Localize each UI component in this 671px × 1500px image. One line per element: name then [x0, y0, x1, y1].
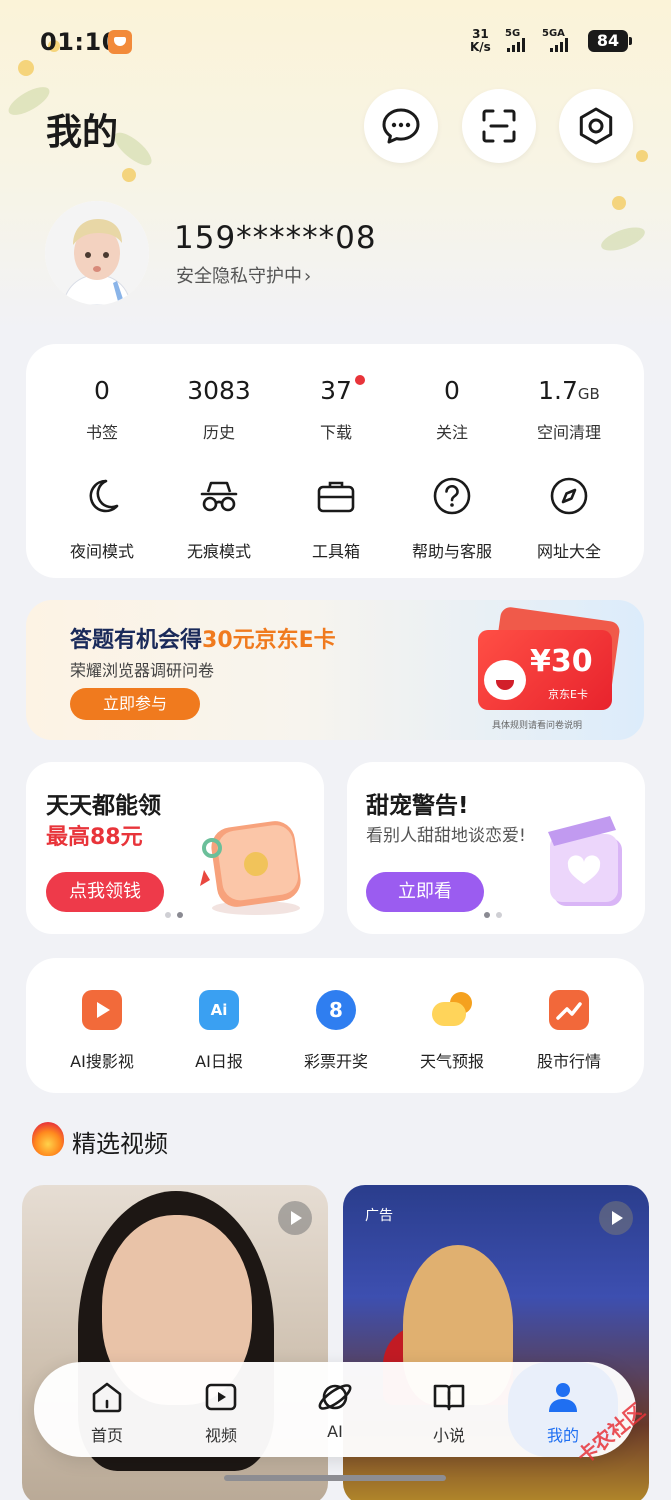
avatar-image	[45, 201, 149, 305]
section-title-featured-videos: 精选视频	[72, 1130, 168, 1158]
network-speed: 31 K/s	[470, 27, 491, 54]
survey-rules-note: 具体规则请看问卷说明	[492, 721, 583, 731]
stat-history[interactable]: 3083 历史	[159, 376, 279, 443]
home-icon	[92, 1382, 122, 1413]
carousel-indicator-left	[165, 912, 183, 918]
jd-mascot-icon	[484, 660, 526, 700]
privacy-status-link[interactable]: 安全隐私守护中 ›	[176, 262, 311, 288]
signal-5ga-icon: 5GA	[542, 28, 582, 52]
join-survey-button[interactable]: 立即参与	[70, 688, 200, 720]
drama-promo-title: 甜宠警告!	[366, 793, 469, 819]
compass-icon	[550, 477, 588, 515]
notification-app-icon	[108, 30, 132, 54]
user-phone-number[interactable]: 159******08	[174, 220, 377, 256]
service-stock-market[interactable]: 股市行情	[509, 990, 629, 1072]
toolbox-icon	[317, 481, 355, 513]
tool-help-support[interactable]: 帮助与客服	[392, 474, 512, 562]
clapperboard-heart-illustration	[548, 816, 622, 906]
scan-button[interactable]	[462, 89, 536, 163]
fire-icon	[32, 1122, 64, 1156]
survey-promo-banner[interactable]: 答题有机会得30元京东E卡 荣耀浏览器调研问卷 立即参与 ¥30 京东E卡 具体…	[26, 600, 644, 740]
nav-tab-ai[interactable]: AI	[280, 1362, 390, 1457]
drama-promo-subtitle: 看别人甜甜地谈恋爱!	[366, 826, 526, 846]
cash-reward-title: 天天都能领	[46, 793, 161, 819]
survey-banner-title: 答题有机会得30元京东E卡	[70, 628, 336, 653]
ad-label: 广告	[365, 1208, 393, 1224]
page-title: 我的	[46, 112, 119, 153]
downloads-badge-dot	[355, 375, 365, 385]
watch-now-button[interactable]: 立即看	[366, 872, 484, 912]
ai-daily-icon: Ai	[199, 990, 239, 1030]
carousel-indicator-right	[484, 912, 502, 918]
tool-toolbox[interactable]: 工具箱	[276, 474, 396, 562]
status-bar: 01:10 31 K/s 5G 5GA 84	[0, 22, 671, 62]
stock-icon	[549, 990, 589, 1030]
signal-5g-icon: 5G	[505, 28, 537, 52]
profile-icon	[549, 1383, 577, 1412]
survey-banner-subtitle: 荣耀浏览器调研问卷	[70, 661, 215, 680]
ai-planet-icon	[318, 1384, 352, 1410]
ai-video-icon	[82, 990, 122, 1030]
jd-gift-card-image: ¥30 京东E卡	[478, 630, 612, 710]
service-weather[interactable]: 天气预报	[392, 990, 512, 1072]
messages-button[interactable]	[364, 89, 438, 163]
home-indicator[interactable]	[224, 1475, 446, 1481]
red-envelope-illustration	[200, 821, 301, 915]
novel-icon	[433, 1384, 465, 1411]
tool-url-directory[interactable]: 网址大全	[509, 474, 629, 562]
lottery-icon: 8	[316, 990, 356, 1030]
incognito-icon	[200, 481, 238, 512]
nav-tab-novel[interactable]: 小说	[394, 1362, 504, 1457]
nav-tab-video[interactable]: 视频	[166, 1362, 276, 1457]
nav-tab-home[interactable]: 首页	[52, 1362, 162, 1457]
bottom-navigation: 首页 视频 AI 小说 我的	[34, 1362, 636, 1457]
gear-icon	[579, 107, 613, 145]
chevron-right-icon: ›	[304, 266, 312, 287]
service-lottery[interactable]: 8 彩票开奖	[276, 990, 396, 1072]
cash-reward-subtitle: 最高88元	[46, 825, 143, 850]
play-icon	[278, 1201, 312, 1235]
chat-bubble-icon	[382, 108, 420, 144]
stat-following[interactable]: 0 关注	[392, 376, 512, 443]
play-icon	[599, 1201, 633, 1235]
service-ai-video-search[interactable]: AI搜影视	[42, 990, 162, 1072]
stat-downloads[interactable]: 37 下载	[276, 376, 396, 443]
claim-cash-button[interactable]: 点我领钱	[46, 872, 164, 912]
scan-icon	[482, 109, 516, 143]
tool-night-mode[interactable]: 夜间模式	[42, 474, 162, 562]
tool-incognito-mode[interactable]: 无痕模式	[159, 474, 279, 562]
moon-icon	[89, 479, 119, 513]
battery-indicator: 84	[588, 30, 632, 52]
stat-storage-cleanup[interactable]: 1.7GB 空间清理	[509, 376, 629, 443]
avatar[interactable]	[45, 201, 149, 305]
settings-button[interactable]	[559, 89, 633, 163]
help-icon	[433, 477, 471, 515]
service-ai-daily[interactable]: Ai AI日报	[159, 990, 279, 1072]
video-icon	[205, 1383, 237, 1411]
stat-bookmarks[interactable]: 0 书签	[42, 376, 162, 443]
weather-icon	[432, 990, 472, 1030]
